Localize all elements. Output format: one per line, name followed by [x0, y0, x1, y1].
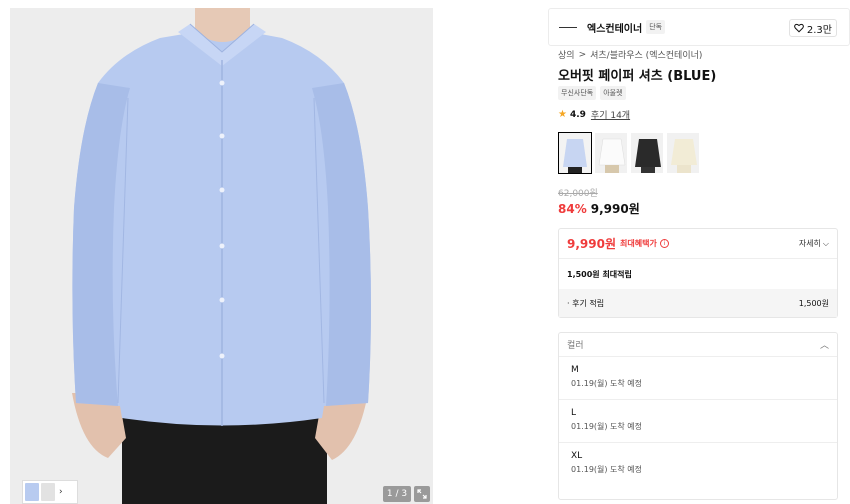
like-button[interactable]: 2.3만: [788, 19, 837, 37]
benefit-detail-label: 자세히: [798, 239, 821, 248]
option-size: XL: [571, 451, 583, 461]
like-count: 2.3만: [806, 24, 832, 36]
option-header[interactable]: 컬러 ︿: [559, 333, 837, 357]
review-points-label: · 후기 적립: [567, 298, 605, 308]
rating-score: 4.9: [569, 109, 586, 120]
max-points: 1,500원 최대적립: [567, 269, 632, 279]
breadcrumb-category[interactable]: 상의: [558, 48, 575, 61]
product-image-gallery[interactable]: › 1 / 3: [10, 8, 433, 504]
discount-rate: 84%: [558, 202, 587, 216]
option-size: M: [571, 365, 579, 375]
breadcrumb-subcategory[interactable]: 셔츠/블라우스 (엑스컨테이너): [590, 48, 702, 61]
chevron-down-icon: ⌵: [822, 238, 829, 248]
review-points-amount: 1,500원: [798, 298, 829, 308]
brand-name[interactable]: 엑스컨테이너: [587, 20, 642, 35]
option-eta: 01.19(월) 도착 예정: [571, 379, 643, 388]
brand-badge: 단독: [646, 20, 666, 34]
tag-exclusive: 무신사단독: [558, 86, 597, 100]
expand-icon: [417, 489, 427, 499]
swatch-cream[interactable]: [666, 132, 700, 174]
product-info-panel: 엑스컨테이너 단독 2.3만 상의 > 셔츠/블라우스 (엑스컨테이너) 오버핏…: [548, 8, 850, 504]
option-eta: 01.19(월) 도착 예정: [571, 465, 643, 474]
benefit-detail-button[interactable]: 자세히 ⌵: [799, 238, 829, 249]
product-tags: 무신사단독 아울렛: [558, 86, 626, 100]
chevron-right-icon[interactable]: ›: [59, 487, 63, 497]
swatch-black[interactable]: [630, 132, 664, 174]
option-item[interactable]: M 01.19(월) 도착 예정: [559, 357, 837, 400]
option-size: L: [571, 408, 577, 418]
option-item[interactable]: L 01.19(월) 도착 예정: [559, 400, 837, 443]
info-icon[interactable]: i: [659, 239, 669, 248]
review-points-row: · 후기 적립 1,500원: [559, 289, 837, 317]
swatch-blue[interactable]: [558, 132, 592, 174]
color-swatches: [558, 132, 700, 174]
option-eta: 01.19(월) 도착 예정: [571, 422, 643, 431]
breadcrumb-separator: >: [578, 49, 587, 60]
tag-outlet: 아울렛: [600, 86, 626, 100]
review-link[interactable]: 후기 14개: [591, 108, 630, 121]
max-benefit-price: 9,990원: [567, 237, 616, 251]
chevron-up-icon: ︿: [819, 341, 829, 351]
thumbnail-strip[interactable]: ›: [22, 480, 78, 504]
breadcrumb: 상의 > 셔츠/블라우스 (엑스컨테이너): [558, 48, 702, 62]
benefit-box: 9,990원 최대혜택가 i 자세히 ⌵ 1,500원 최대적립 · 후기 적립…: [558, 228, 838, 318]
product-photo: [10, 8, 433, 504]
product-title: 오버핏 페이퍼 셔츠 (BLUE): [558, 69, 717, 84]
expand-button[interactable]: [414, 486, 430, 502]
heart-icon: [794, 23, 804, 33]
sale-price-row: 84% 9,990원: [558, 200, 640, 217]
original-price: 62,000원: [558, 189, 598, 199]
color-option-select[interactable]: 컬러 ︿ M 01.19(월) 도착 예정 L 01.19(월) 도착 예정 X…: [558, 332, 838, 500]
swatch-white[interactable]: [594, 132, 628, 174]
option-placeholder: 컬러: [567, 341, 584, 351]
rating: ★ 4.9 후기 14개: [558, 108, 630, 121]
star-icon: ★: [558, 109, 567, 120]
brand-logo: [559, 26, 577, 28]
option-item[interactable]: XL 01.19(월) 도착 예정: [559, 443, 837, 486]
max-benefit-label: 최대혜택가: [620, 239, 657, 248]
max-benefit-row: 9,990원 최대혜택가 i 자세히 ⌵: [559, 229, 837, 259]
image-pager: 1 / 3: [383, 486, 411, 502]
brand-bar[interactable]: 엑스컨테이너 단독 2.3만: [548, 8, 850, 46]
thumbnail-2[interactable]: [41, 483, 55, 501]
thumbnail-1[interactable]: [25, 483, 39, 501]
sale-price: 9,990원: [590, 202, 640, 216]
